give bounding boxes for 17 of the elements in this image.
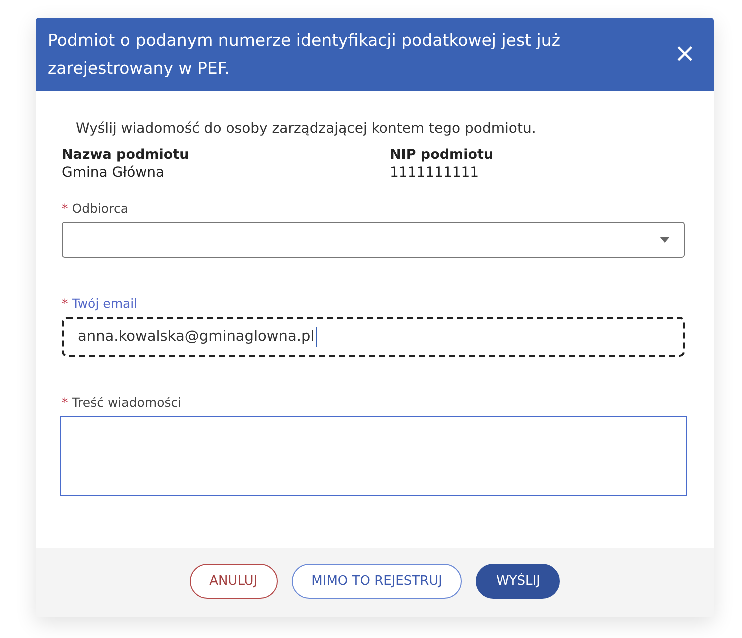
register-button[interactable]: MIMO TO REJESTRUJ [292, 564, 462, 599]
email-field[interactable]: anna.kowalska@gminaglowna.pl [62, 317, 685, 357]
caret-icon [660, 237, 670, 243]
info-label: Nazwa podmiotu [62, 147, 190, 163]
info-label: NIP podmiotu [390, 147, 495, 163]
info-value: Gmina Główna [62, 165, 166, 181]
intro-text: Wyślij wiadomość do osoby zarządzającej kontem tego podmiotu. [76, 121, 538, 137]
info-value: 1111111111 [390, 165, 480, 181]
field-label: * Twój email [62, 296, 139, 311]
message-field[interactable] [60, 416, 687, 496]
field-label: * Odbiorca [62, 201, 130, 216]
send-button[interactable]: WYŚLIJ [476, 564, 560, 599]
close-button[interactable]: × [674, 41, 696, 67]
dialog-title: Podmiot o podanym numerze identyfikacji podatkowej jest już zarejestrowany w PEF. [48, 30, 562, 80]
cancel-button[interactable]: ANULUJ [190, 564, 278, 599]
field-label: * Treść wiadomości [62, 395, 183, 410]
dropdown-field[interactable] [62, 222, 685, 258]
